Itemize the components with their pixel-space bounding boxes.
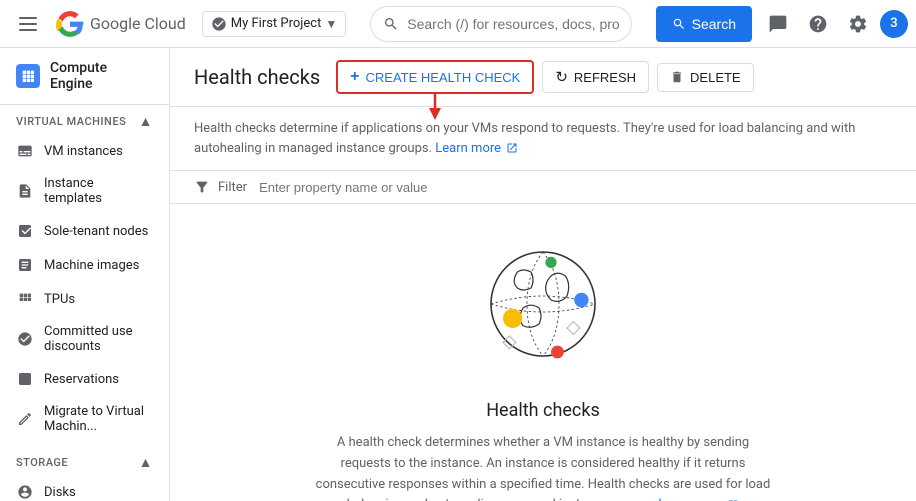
topbar-icons: 3 [760, 6, 908, 42]
description-text: Health checks determine if applications … [194, 121, 855, 156]
sidebar-item-label: Migrate to Virtual Machin... [44, 404, 153, 434]
description-area: Health checks determine if applications … [170, 107, 916, 171]
create-btn-label: CREATE HEALTH CHECK [366, 70, 521, 85]
migrate-icon [16, 410, 34, 428]
refresh-btn-label: REFRESH [574, 70, 636, 85]
content-header: Health checks + CREATE HEALTH CHECK ↻ RE… [170, 48, 916, 107]
refresh-button[interactable]: ↻ REFRESH [542, 61, 649, 93]
filter-bar: Filter [170, 171, 916, 204]
header-actions: + CREATE HEALTH CHECK ↻ REFRESH DELETE [336, 60, 753, 94]
sidebar-item-reservations[interactable]: Reservations [0, 362, 169, 396]
search-icon [383, 16, 399, 32]
page-title: Health checks [194, 65, 320, 89]
vm-section-header[interactable]: Virtual machines ▲ [0, 105, 169, 134]
create-icon: + [350, 68, 359, 86]
vm-collapse-icon: ▲ [139, 113, 153, 130]
compute-engine-icon [16, 64, 40, 88]
tpus-icon [16, 290, 34, 308]
search-btn-icon [672, 17, 686, 31]
search-input[interactable] [407, 16, 618, 32]
globe-svg [463, 224, 623, 384]
empty-state-description: A health check determines whether a VM i… [313, 433, 773, 501]
delete-button[interactable]: DELETE [657, 63, 754, 92]
sidebar-item-sole-tenant[interactable]: Sole-tenant nodes [0, 214, 169, 248]
product-name: Compute Engine [50, 60, 153, 92]
vm-instances-icon [16, 142, 34, 160]
sidebar-item-tpus[interactable]: TPUs [0, 282, 169, 316]
create-health-check-button[interactable]: + CREATE HEALTH CHECK [336, 60, 534, 94]
filter-label: Filter [218, 180, 247, 195]
hamburger-menu[interactable] [8, 4, 48, 44]
refresh-icon: ↻ [555, 68, 568, 86]
sidebar-item-committed-use[interactable]: Committed use discounts [0, 316, 169, 362]
vm-section-label: Virtual machines [16, 115, 126, 128]
sidebar-item-instance-templates[interactable]: Instance templates [0, 168, 169, 214]
sidebar-item-machine-images[interactable]: Machine images [0, 248, 169, 282]
external-link-icon [506, 142, 518, 154]
storage-section-header[interactable]: Storage ▲ [0, 446, 169, 475]
red-arrow-icon [423, 92, 447, 120]
settings-button[interactable] [840, 6, 876, 42]
committed-use-icon [16, 330, 34, 348]
search-button-label: Search [692, 16, 736, 32]
sidebar-product-header: Compute Engine [0, 48, 169, 105]
sidebar-item-migrate[interactable]: Migrate to Virtual Machin... [0, 396, 169, 442]
storage-collapse-icon: ▲ [139, 454, 153, 471]
empty-illustration [463, 224, 623, 384]
search-bar [370, 6, 631, 42]
project-name: My First Project [231, 16, 322, 31]
sidebar-item-label: Disks [44, 485, 76, 500]
sidebar-item-disks[interactable]: Disks [0, 475, 169, 501]
search-button[interactable]: Search [656, 6, 752, 42]
sidebar-item-label: Machine images [44, 258, 139, 273]
sidebar-item-label: VM instances [44, 144, 123, 159]
instance-templates-icon [16, 182, 34, 200]
filter-input[interactable] [259, 180, 892, 195]
sidebar-item-label: Committed use discounts [44, 324, 153, 354]
empty-state: Health checks A health check determines … [170, 204, 916, 501]
disks-icon [16, 483, 34, 501]
topbar: Google Cloud My First Project ▼ Search 3 [0, 0, 916, 48]
empty-learn-more-link[interactable]: Learn more [658, 497, 724, 501]
delete-icon [670, 70, 684, 84]
filter-icon [194, 179, 210, 195]
sidebar-item-label: Reservations [44, 372, 119, 387]
main-content: Health checks + CREATE HEALTH CHECK ↻ RE… [170, 48, 916, 501]
empty-state-title: Health checks [486, 400, 600, 421]
notification-button[interactable] [760, 6, 796, 42]
machine-images-icon [16, 256, 34, 274]
sidebar-item-label: Sole-tenant nodes [44, 224, 148, 239]
delete-btn-label: DELETE [690, 70, 741, 85]
sidebar-item-label: Instance templates [44, 176, 153, 206]
learn-more-link[interactable]: Learn more [435, 141, 501, 156]
main-layout: Compute Engine Virtual machines ▲ VM ins… [0, 48, 916, 501]
user-avatar[interactable]: 3 [880, 10, 908, 38]
help-button[interactable] [800, 6, 836, 42]
sole-tenant-icon [16, 222, 34, 240]
google-cloud-logo: Google Cloud [56, 10, 186, 38]
sidebar-item-label: TPUs [44, 292, 75, 307]
project-selector[interactable]: My First Project ▼ [202, 11, 347, 37]
sidebar: Compute Engine Virtual machines ▲ VM ins… [0, 48, 170, 501]
sidebar-item-vm-instances[interactable]: VM instances [0, 134, 169, 168]
reservations-icon [16, 370, 34, 388]
logo-text: Google Cloud [90, 14, 186, 33]
chevron-down-icon: ▼ [325, 17, 337, 31]
storage-section-label: Storage [16, 456, 68, 469]
